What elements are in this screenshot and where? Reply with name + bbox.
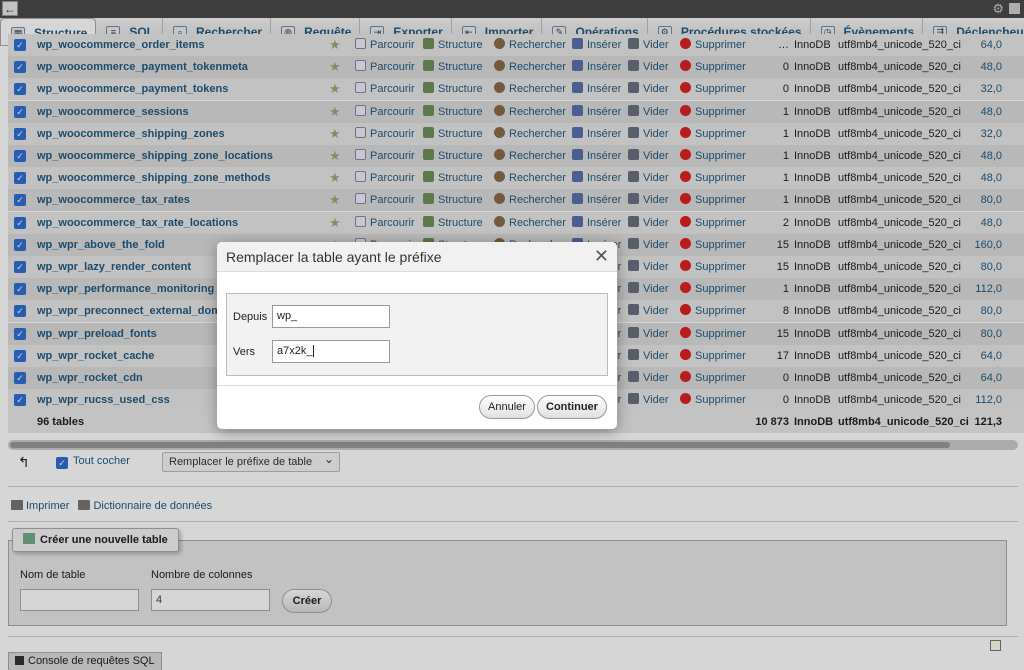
text-cursor	[313, 345, 315, 357]
cancel-button[interactable]: Annuler	[479, 395, 535, 419]
dialog-form: Depuis wp_ Vers a7x2k_	[226, 293, 608, 376]
dialog-footer-divider	[217, 385, 617, 386]
to-prefix-input[interactable]: a7x2k_	[272, 340, 390, 363]
continue-button[interactable]: Continuer	[537, 395, 607, 419]
to-prefix-value: a7x2k_	[277, 345, 313, 357]
to-prefix-label: Vers	[233, 346, 256, 358]
dialog-header: Remplacer la table ayant le préfixe ✕	[217, 242, 617, 272]
from-prefix-input[interactable]: wp_	[272, 305, 390, 328]
dialog-title: Remplacer la table ayant le préfixe	[226, 249, 442, 265]
from-prefix-label: Depuis	[233, 311, 268, 323]
replace-prefix-dialog: Remplacer la table ayant le préfixe ✕ De…	[217, 242, 617, 429]
close-icon[interactable]: ✕	[594, 246, 609, 266]
